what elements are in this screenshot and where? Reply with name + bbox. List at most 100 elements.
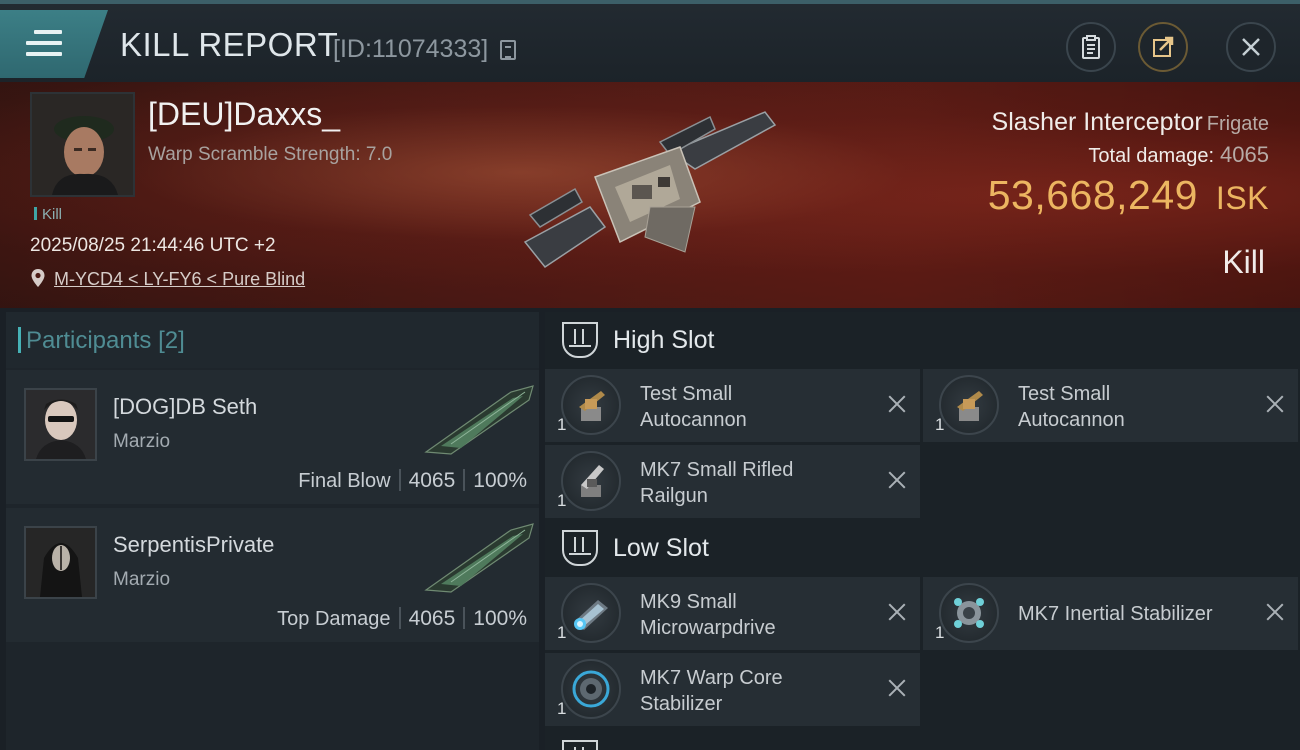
module-name-line2: Autocannon xyxy=(1018,409,1125,431)
module-name-line2: Microwarpdrive xyxy=(640,617,776,639)
microwarpdrive-icon xyxy=(561,583,621,643)
low-slot-header: Low Slot xyxy=(545,520,1300,576)
location-pin-icon xyxy=(31,269,45,287)
participant-ship-icon xyxy=(424,523,534,593)
participant-name[interactable]: [DOG]DB Seth xyxy=(113,394,257,420)
module-name-line2: Autocannon xyxy=(640,409,747,431)
module-quantity: 1 xyxy=(557,699,567,718)
autocannon-icon xyxy=(939,375,999,435)
module-item[interactable]: 1 MK7 Warp Core Stabilizer xyxy=(545,653,920,726)
participant-damage: 4065 xyxy=(408,469,456,492)
module-name-line1: Test Small xyxy=(1018,383,1111,405)
module-name-line1: MK7 Small Rifled xyxy=(640,459,794,481)
participant-percent: 100% xyxy=(473,469,527,492)
participant-avatar[interactable] xyxy=(24,388,97,461)
module-name-line2: Stabilizer xyxy=(640,693,723,715)
mid-slot-header-partial xyxy=(545,730,1300,750)
menu-button[interactable] xyxy=(0,10,108,78)
clipboard-button[interactable] xyxy=(1066,22,1116,72)
isk-value: 53,668,249 ISK xyxy=(988,172,1269,219)
close-button[interactable] xyxy=(1226,22,1276,72)
remove-module-icon[interactable] xyxy=(886,601,908,623)
total-damage-value: 4065 xyxy=(1220,142,1269,167)
victim-name[interactable]: [DEU]Daxxs_ xyxy=(148,96,340,133)
module-item[interactable]: 1 MK7 Small Rifled Railgun xyxy=(545,445,920,518)
clipboard-icon xyxy=(1082,35,1100,59)
railgun-icon xyxy=(561,451,621,511)
module-name: Test Small Autocannon xyxy=(640,381,870,433)
participants-title-label: Participants xyxy=(26,327,152,354)
low-slot-icon xyxy=(562,530,598,566)
mid-slot-icon xyxy=(562,740,598,750)
isk-amount: 53,668,249 xyxy=(987,172,1198,218)
remove-module-icon[interactable] xyxy=(886,677,908,699)
participants-count: [2] xyxy=(158,327,185,354)
remove-module-icon[interactable] xyxy=(1264,601,1286,623)
participants-header: Participants [2] xyxy=(6,312,539,368)
result-label: Kill xyxy=(1222,244,1265,280)
warp-core-stabilizer-icon xyxy=(561,659,621,719)
victim-avatar[interactable] xyxy=(30,92,135,197)
kill-banner: [DEU]Daxxs_ Warp Scramble Strength: 7.0 … xyxy=(0,82,1300,308)
participant-damage: 4065 xyxy=(408,607,456,630)
module-item[interactable]: 1 Test Small Autocannon xyxy=(545,369,920,442)
copy-icon[interactable] xyxy=(500,40,516,60)
location-link[interactable]: M-YCD4 < LY-FY6 < Pure Blind xyxy=(54,269,305,290)
report-id: [ID:11074333] xyxy=(333,35,489,63)
module-name-line1: MK7 Inertial Stabilizer xyxy=(1018,603,1213,625)
participant-ship-icon xyxy=(424,385,534,455)
module-name-line1: MK9 Small xyxy=(640,591,737,613)
inertial-stabilizer-icon xyxy=(939,583,999,643)
participants-panel: Participants [2] [DOG]DB Seth Marzio Fin… xyxy=(6,312,539,750)
isk-unit: ISK xyxy=(1215,180,1269,216)
low-slot-title: Low Slot xyxy=(613,534,709,562)
ship-render xyxy=(523,111,777,269)
module-name: MK9 Small Microwarpdrive xyxy=(640,589,870,641)
participant-role: Top Damage xyxy=(277,608,391,630)
total-damage-label: Total damage: xyxy=(1088,145,1215,167)
high-slot-icon xyxy=(562,322,598,358)
module-quantity: 1 xyxy=(557,491,567,510)
module-quantity: 1 xyxy=(935,415,945,434)
module-name-line1: Test Small xyxy=(640,383,733,405)
module-name: MK7 Small Rifled Railgun xyxy=(640,457,870,509)
module-quantity: 1 xyxy=(557,415,567,434)
participant-card[interactable]: [DOG]DB Seth Marzio Final Blow 4065 100% xyxy=(6,370,539,504)
share-icon xyxy=(1153,36,1174,57)
fitting-panel: High Slot 1 Test Small Autocannon 1 Test… xyxy=(545,312,1300,750)
module-item[interactable]: 1 MK7 Inertial Stabilizer xyxy=(923,577,1298,650)
remove-module-icon[interactable] xyxy=(1264,393,1286,415)
participant-card[interactable]: SerpentisPrivate Marzio Top Damage 4065 10… xyxy=(6,508,539,642)
participant-stats: Final Blow 4065 100% xyxy=(298,469,527,493)
participants-title: Participants [2] xyxy=(18,327,185,355)
share-button[interactable] xyxy=(1138,22,1188,72)
module-name-line1: MK7 Warp Core xyxy=(640,667,783,689)
warp-scramble-strength: Warp Scramble Strength: 7.0 xyxy=(148,144,393,165)
remove-module-icon[interactable] xyxy=(886,393,908,415)
participant-corp: Marzio xyxy=(113,569,171,590)
module-name: MK7 Warp Core Stabilizer xyxy=(640,665,870,717)
ship-name: Slasher Interceptor Frigate xyxy=(992,108,1269,137)
participant-corp: Marzio xyxy=(113,431,171,452)
module-name-line2: Railgun xyxy=(640,485,708,507)
module-quantity: 1 xyxy=(935,623,945,642)
participant-stats: Top Damage 4065 100% xyxy=(277,607,527,631)
kill-tag: Kill xyxy=(34,206,62,223)
module-item[interactable]: 1 Test Small Autocannon xyxy=(923,369,1298,442)
module-item[interactable]: 1 MK9 Small Microwarpdrive xyxy=(545,577,920,650)
kill-timestamp: 2025/08/25 21:44:46 UTC +2 xyxy=(30,235,276,256)
participant-percent: 100% xyxy=(473,607,527,630)
module-name: Test Small Autocannon xyxy=(1018,381,1248,433)
participant-avatar[interactable] xyxy=(24,526,97,599)
participant-role: Final Blow xyxy=(298,470,391,492)
ship-name-label: Slasher Interceptor xyxy=(991,108,1203,136)
close-icon xyxy=(1242,38,1260,56)
autocannon-icon xyxy=(561,375,621,435)
high-slot-header: High Slot xyxy=(545,312,1300,368)
remove-module-icon[interactable] xyxy=(886,469,908,491)
participant-name[interactable]: SerpentisPrivate xyxy=(113,532,274,558)
page-title: KILL REPORT xyxy=(120,26,339,63)
ship-class: Frigate xyxy=(1206,113,1269,135)
high-slot-title: High Slot xyxy=(613,326,715,354)
hamburger-icon xyxy=(26,30,62,56)
